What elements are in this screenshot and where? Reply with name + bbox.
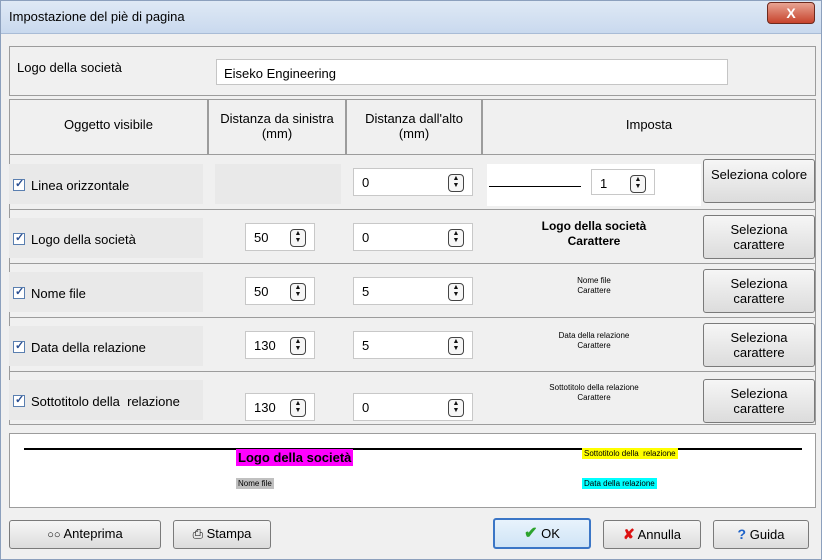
label-report-subtitle: Sottotitolo della relazione [31, 394, 180, 409]
row-horizontal-line: ✓ Linea orizzontale [9, 164, 203, 204]
checkbox-file-name[interactable]: ✓ [13, 286, 25, 299]
help-button-label: Guida [749, 527, 785, 542]
spinner-value: 130 [254, 338, 276, 353]
select-font-button[interactable]: Seleziona carattere [703, 269, 815, 313]
spinner-value: 5 [362, 338, 370, 353]
checkbox-company-logo[interactable]: ✓ [13, 232, 25, 245]
spinner-arrows-icon[interactable]: ▲ ▼ [290, 399, 306, 417]
spinner-arrows-icon[interactable]: ▲ ▼ [448, 337, 464, 355]
row-report-subtitle: ✓ Sottotitolo della relazione [9, 380, 203, 420]
cancel-button[interactable]: ✘ Annulla [603, 520, 701, 549]
spinner-arrows-icon[interactable]: ▲ ▼ [290, 229, 306, 247]
row-report-date: ✓ Data della relazione [9, 326, 203, 366]
help-button[interactable]: ? Guida [713, 520, 809, 549]
top-distance-spinner[interactable]: 5 ▲ ▼ [353, 331, 473, 359]
glasses-icon: ○○ [47, 529, 61, 541]
left-distance-spinner[interactable]: 130 ▲ ▼ [245, 331, 315, 359]
top-distance-spinner[interactable]: 0 ▲ ▼ [353, 168, 473, 196]
checkbox-horizontal-line[interactable]: ✓ [13, 178, 25, 191]
row-divider [9, 263, 816, 264]
select-color-button[interactable]: Seleziona colore [703, 159, 815, 203]
line-sample [489, 186, 581, 187]
preview-file-name: Nome file [236, 478, 274, 489]
footer-preview: Logo della società Nome file Sottotitolo… [9, 433, 816, 508]
row-company-logo: ✓ Logo della società [9, 218, 203, 258]
preview-line [24, 448, 802, 450]
question-icon: ? [737, 526, 747, 542]
left-distance-spinner[interactable]: 130 ▲ ▼ [245, 393, 315, 421]
ok-button[interactable]: ✔ OK [493, 518, 591, 549]
select-font-button[interactable]: Seleziona carattere [703, 323, 815, 367]
spinner-value: 0 [362, 175, 370, 190]
font-sample-report-date: Data della relazione Carattere [558, 331, 630, 350]
spinner-arrows-icon[interactable]: ▲ ▼ [448, 399, 464, 417]
row-divider [9, 371, 816, 372]
header-visible: Oggetto visibile [64, 117, 153, 132]
check-icon: ✔ [524, 525, 538, 542]
spinner-value: 5 [362, 284, 370, 299]
row-file-name: ✓ Nome file [9, 272, 203, 312]
row-divider [9, 317, 816, 318]
print-button[interactable]: ⎙ Stampa [173, 520, 271, 549]
x-icon: ✘ [622, 526, 635, 542]
company-input-value: Eiseko Engineering [224, 66, 337, 81]
print-button-label: Stampa [206, 526, 252, 541]
title-bar: Impostazione del piè di pagina X [1, 1, 821, 34]
header-set: Imposta [625, 117, 673, 132]
cancel-button-label: Annulla [637, 527, 681, 542]
spinner-arrows-icon[interactable]: ▲ ▼ [290, 337, 306, 355]
left-distance-spinner[interactable]: 50 ▲ ▼ [245, 223, 315, 251]
spinner-value: 50 [254, 230, 269, 245]
checkbox-report-subtitle[interactable]: ✓ [13, 394, 25, 407]
header-top-distance: Distanza dall'alto (mm) [365, 111, 463, 141]
font-sample-report-subtitle: Sottotitolo della relazione Carattere [549, 383, 639, 402]
spinner-value: 50 [254, 284, 269, 299]
spinner-arrows-icon[interactable]: ▲ ▼ [448, 229, 464, 247]
preview-report-date: Data della relazione [582, 478, 657, 489]
label-file-name: Nome file [31, 286, 86, 301]
spinner-value: 1 [600, 176, 608, 191]
preview-button[interactable]: ○○ Anteprima [9, 520, 161, 549]
dialog-window: Impostazione del piè di pagina X Logo de… [0, 0, 822, 560]
label-report-date: Data della relazione [31, 340, 146, 355]
spinner-arrows-icon[interactable]: ▲ ▼ [448, 283, 464, 301]
line-width-spinner[interactable]: 1 ▲ ▼ [591, 169, 655, 195]
top-distance-spinner[interactable]: 5 ▲ ▼ [353, 277, 473, 305]
window-title: Impostazione del piè di pagina [9, 9, 185, 24]
spinner-arrows-icon[interactable]: ▲ ▼ [630, 175, 646, 193]
checkbox-report-date[interactable]: ✓ [13, 340, 25, 353]
preview-button-label: Anteprima [63, 526, 123, 541]
select-font-button[interactable]: Seleziona carattere [703, 215, 815, 259]
company-input[interactable]: Eiseko Engineering [216, 59, 728, 85]
select-font-button[interactable]: Seleziona carattere [703, 379, 815, 423]
font-sample-company-logo: Logo della società Carattere [541, 219, 647, 248]
top-distance-spinner[interactable]: 0 ▲ ▼ [353, 393, 473, 421]
font-sample-file-name: Nome file Carattere [577, 276, 611, 295]
top-distance-spinner[interactable]: 0 ▲ ▼ [353, 223, 473, 251]
header-left-distance: Distanza da sinistra (mm) [220, 111, 334, 141]
printer-icon: ⎙ [192, 526, 203, 541]
preview-subtitle: Sottotitolo della relazione [582, 448, 678, 459]
close-button[interactable]: X [767, 2, 815, 24]
row-divider [9, 209, 816, 210]
ok-button-label: OK [541, 526, 560, 541]
spinner-value: 0 [362, 400, 370, 415]
label-horizontal-line: Linea orizzontale [31, 178, 130, 193]
spinner-arrows-icon[interactable]: ▲ ▼ [290, 283, 306, 301]
spinner-arrows-icon[interactable]: ▲ ▼ [448, 174, 464, 192]
spinner-value: 130 [254, 400, 276, 415]
left-distance-empty [215, 164, 341, 204]
company-label: Logo della società [17, 60, 122, 75]
preview-company-logo: Logo della società [236, 449, 354, 466]
left-distance-spinner[interactable]: 50 ▲ ▼ [245, 277, 315, 305]
spinner-value: 0 [362, 230, 370, 245]
label-company-logo: Logo della società [31, 232, 136, 247]
